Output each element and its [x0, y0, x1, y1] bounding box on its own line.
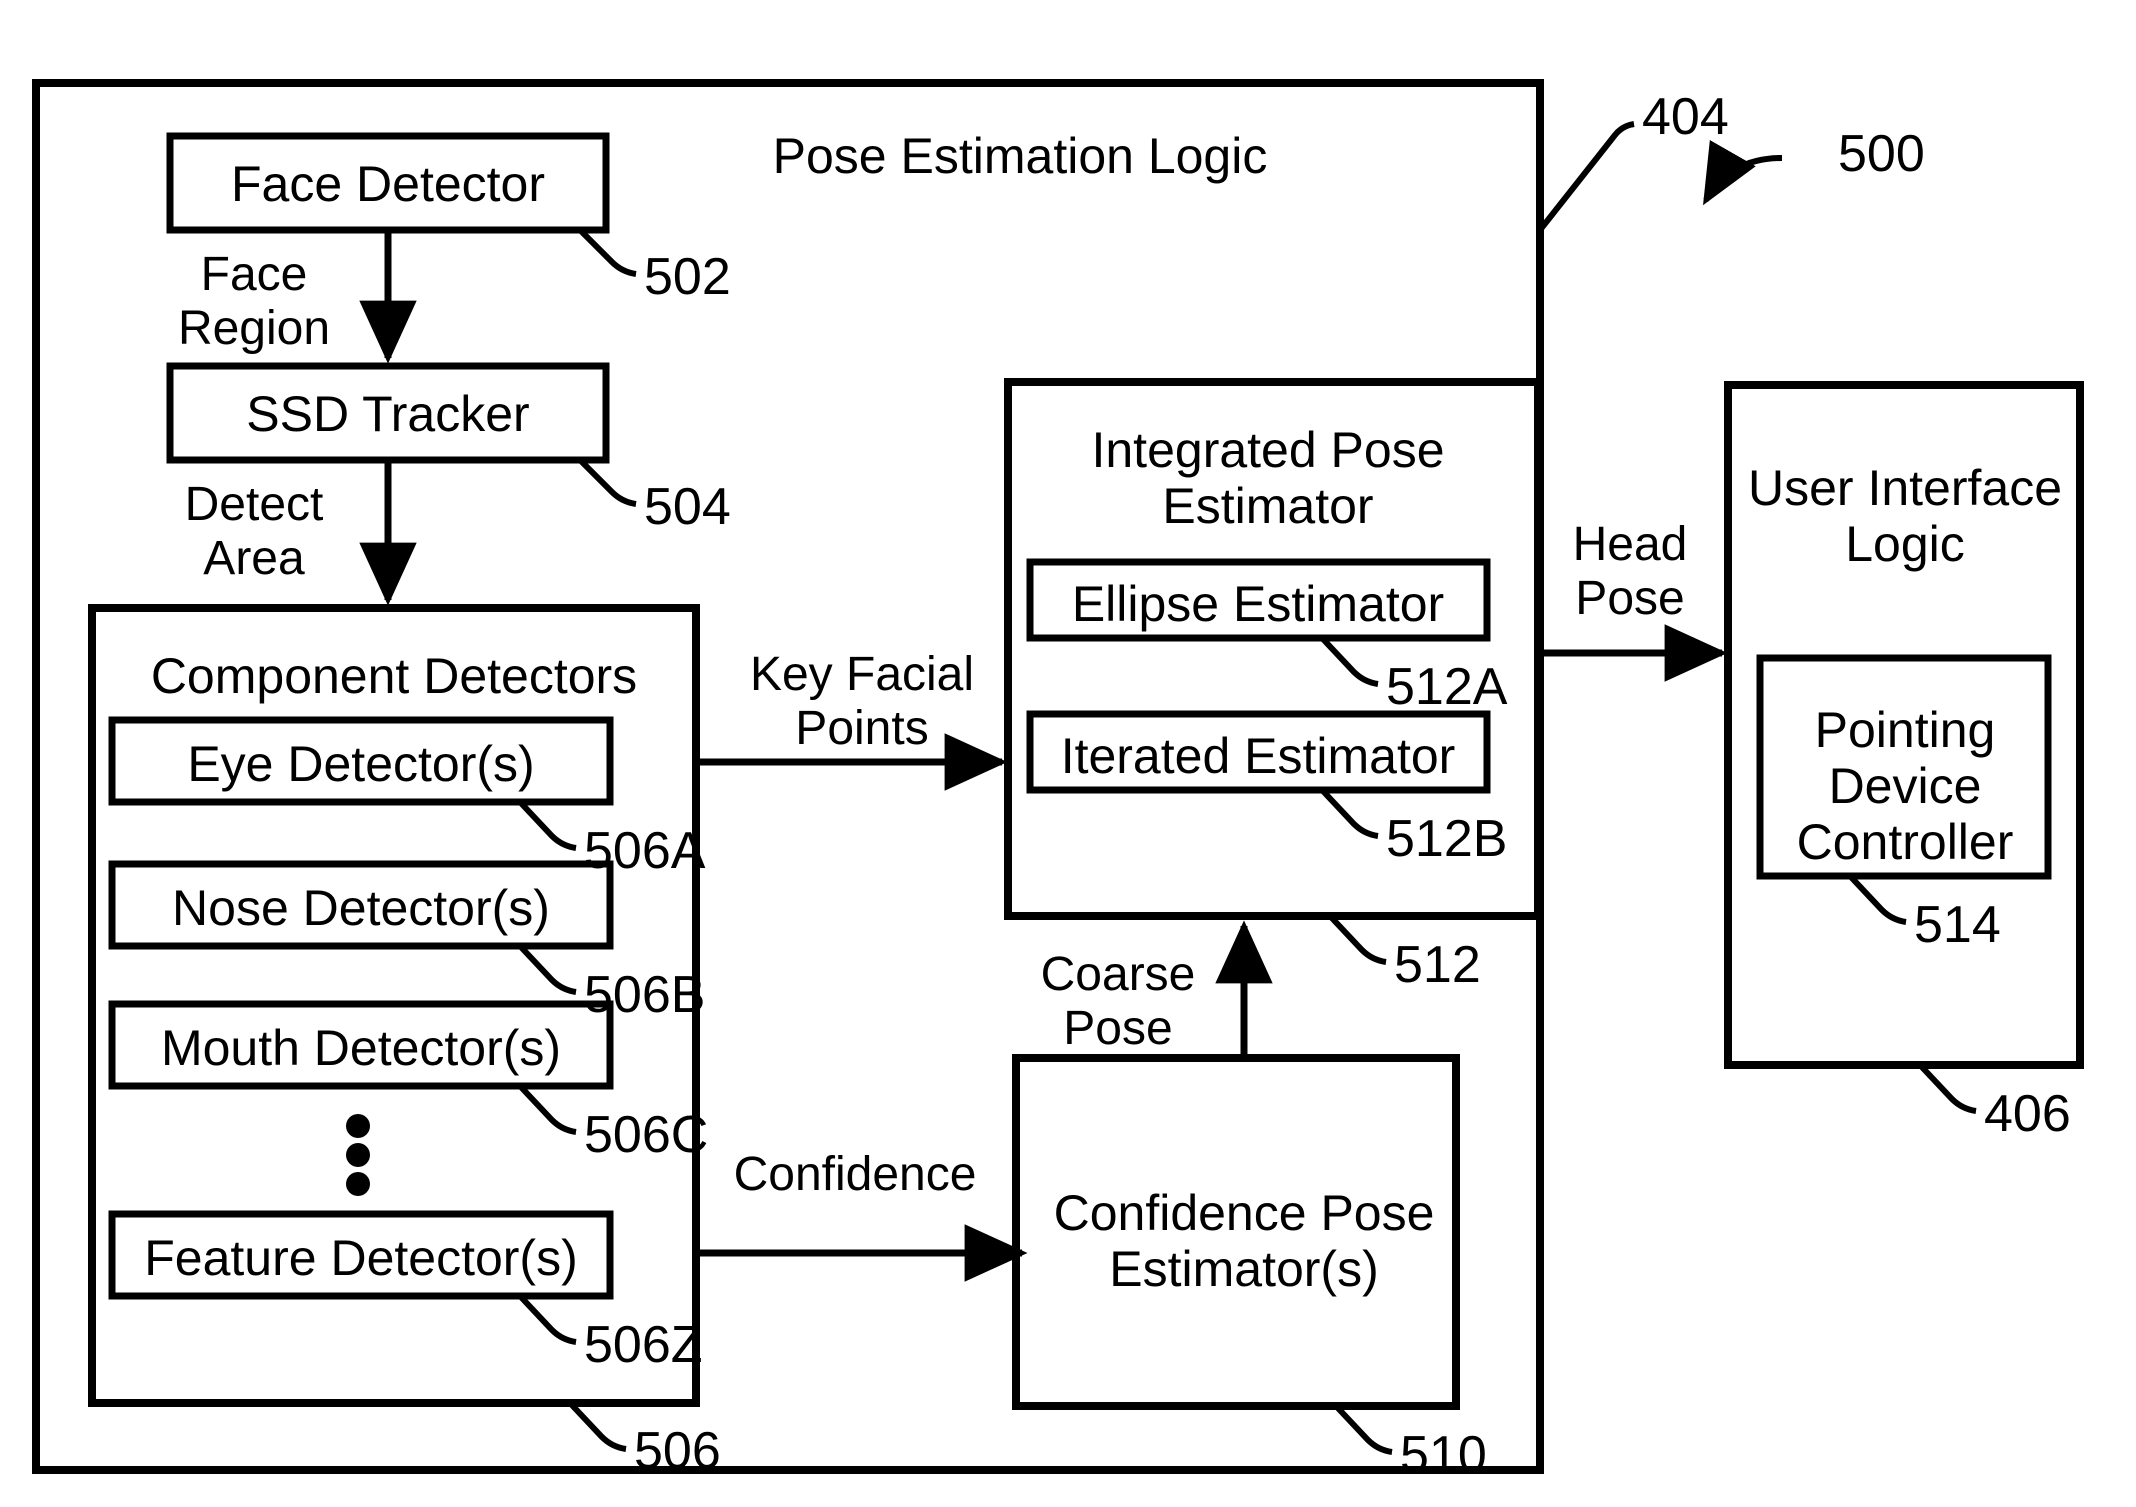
vertical-ellipsis-icon — [346, 1114, 370, 1196]
ref-506C: 506C — [584, 1106, 709, 1164]
ref-506B: 506B — [584, 966, 706, 1024]
leader-512B — [1319, 787, 1379, 839]
eye-detector-label: Eye Detector(s) — [187, 736, 535, 792]
ref-502: 502 — [644, 248, 731, 306]
ref-506: 506 — [634, 1422, 721, 1480]
ref-406: 406 — [1984, 1085, 2071, 1143]
edge-label-detect-area: Detect Area — [184, 478, 324, 585]
ref-506Z: 506Z — [584, 1316, 703, 1374]
leader-506A — [517, 799, 577, 851]
face-detector-label: Face Detector — [230, 156, 546, 212]
leader-504 — [577, 457, 637, 507]
ref-500: 500 — [1838, 125, 1925, 183]
ref-512: 512 — [1394, 936, 1481, 994]
ref-512B: 512B — [1386, 810, 1508, 868]
leader-506Z — [517, 1293, 577, 1345]
pose-estimation-logic-title: Pose Estimation Logic — [772, 128, 1268, 184]
leader-512A — [1319, 635, 1379, 687]
component-detectors-label: Component Detectors — [150, 648, 638, 704]
ref-404: 404 — [1642, 88, 1729, 146]
leader-506 — [567, 1400, 627, 1452]
feature-detector-label: Feature Detector(s) — [144, 1230, 578, 1286]
confidence-pose-estimator-label: Confidence Pose Estimator(s) — [1053, 1185, 1435, 1297]
leader-506B — [517, 943, 577, 995]
edge-label-confidence: Confidence — [733, 1148, 977, 1201]
leader-502 — [577, 227, 637, 277]
leader-406 — [1917, 1062, 1977, 1114]
ref-504: 504 — [644, 478, 731, 536]
nose-detector-label: Nose Detector(s) — [172, 880, 550, 936]
leader-404 — [1537, 121, 1635, 232]
leader-512 — [1327, 913, 1387, 965]
ref-512A: 512A — [1386, 658, 1508, 716]
ref-514: 514 — [1914, 896, 2001, 954]
edge-label-face-region: Face Region — [177, 248, 331, 355]
iterated-estimator-label: Iterated Estimator — [1060, 728, 1456, 784]
leader-506C — [517, 1083, 577, 1135]
ref-506A: 506A — [584, 822, 706, 880]
user-interface-logic-label: User Interface Logic — [1747, 460, 2063, 572]
figure-500-diagram: Pose Estimation Logic 404 500 Face Detec… — [0, 0, 2136, 1507]
ellipse-estimator-label: Ellipse Estimator — [1071, 576, 1445, 632]
leader-510 — [1333, 1403, 1393, 1455]
leader-514 — [1847, 873, 1907, 925]
mouth-detector-label: Mouth Detector(s) — [160, 1020, 562, 1076]
pointing-device-controller-label: Pointing Device Controller — [1796, 702, 2014, 870]
integrated-pose-estimator-label: Integrated Pose Estimator — [1091, 422, 1445, 534]
figure-500-arrow — [1703, 140, 1783, 206]
edge-label-coarse-pose: Coarse Pose — [1040, 948, 1196, 1055]
edge-label-key-facial-points: Key Facial Points — [749, 648, 975, 755]
edge-label-head-pose: Head Pose — [1572, 518, 1688, 625]
ssd-tracker-label: SSD Tracker — [246, 386, 530, 442]
ref-510: 510 — [1400, 1426, 1487, 1484]
